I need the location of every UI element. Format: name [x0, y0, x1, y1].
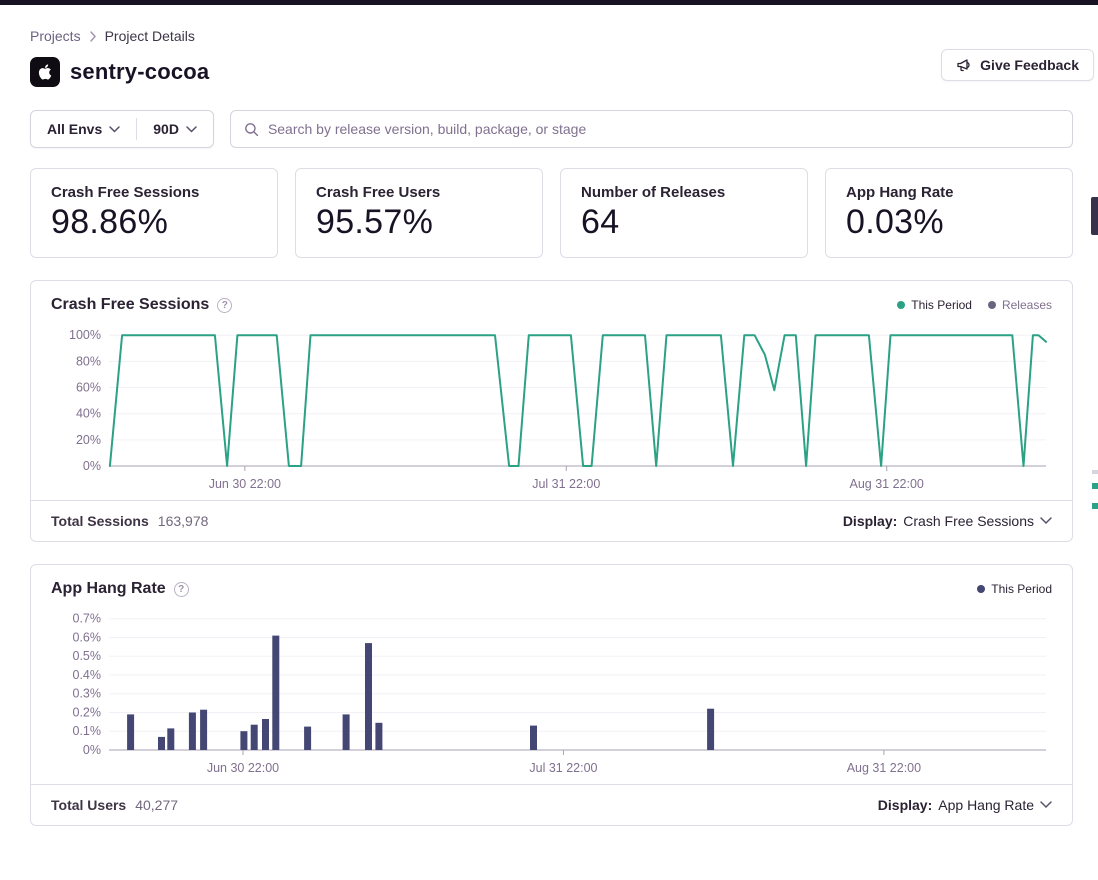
- total-users-label: Total Users: [51, 797, 126, 813]
- display-selector[interactable]: Display: App Hang Rate: [878, 797, 1052, 813]
- panel-title: Crash Free Sessions: [51, 296, 209, 314]
- give-feedback-label: Give Feedback: [980, 57, 1079, 73]
- stat-value: 0.03%: [846, 203, 1052, 242]
- total-users-value: 40,277: [135, 797, 178, 813]
- total-sessions-value: 163,978: [158, 513, 209, 529]
- megaphone-icon: [956, 57, 972, 73]
- environment-filter-label: All Envs: [47, 121, 102, 137]
- search-input[interactable]: [268, 121, 1059, 137]
- apple-platform-icon: [30, 57, 60, 87]
- svg-text:0.5%: 0.5%: [73, 649, 102, 663]
- svg-text:0.4%: 0.4%: [73, 668, 102, 682]
- stat-card-app-hang-rate: App Hang Rate 0.03%: [825, 168, 1073, 258]
- legend-dot: [897, 301, 905, 309]
- panel-header: Crash Free Sessions ? This Period Releas…: [31, 281, 1072, 316]
- panel-header: App Hang Rate ? This Period: [31, 565, 1072, 600]
- legend-dot: [988, 301, 996, 309]
- svg-text:Jul 31 22:00: Jul 31 22:00: [532, 477, 600, 491]
- svg-text:0.1%: 0.1%: [73, 724, 102, 738]
- stat-card-crash-free-sessions: Crash Free Sessions 98.86%: [30, 168, 278, 258]
- svg-text:Jul 31 22:00: Jul 31 22:00: [529, 761, 597, 775]
- legend-label: Releases: [1002, 298, 1052, 312]
- svg-text:100%: 100%: [69, 328, 101, 342]
- chart-legend: This Period Releases: [897, 298, 1052, 312]
- crash-free-sessions-panel: Crash Free Sessions ? This Period Releas…: [30, 280, 1073, 542]
- chart-area: 0% 0.1% 0.2% 0.3% 0.4% 0.5% 0.6% 0.7% Jun 30 22:…: [31, 600, 1072, 784]
- svg-text:Jun 30 22:00: Jun 30 22:00: [209, 477, 281, 491]
- project-details-page: Projects Project Details Give Feedback s…: [0, 28, 1098, 826]
- clipped-content-fragment: [1092, 470, 1098, 474]
- svg-text:0%: 0%: [83, 743, 101, 757]
- legend-label: This Period: [991, 582, 1052, 596]
- svg-text:0.2%: 0.2%: [73, 705, 102, 719]
- total-sessions-label: Total Sessions: [51, 513, 149, 529]
- date-range-filter-label: 90D: [153, 121, 179, 137]
- app-hang-rate-chart[interactable]: 0% 0.1% 0.2% 0.3% 0.4% 0.5% 0.6% 0.7% Jun 30 22:…: [51, 604, 1052, 782]
- page-title: sentry-cocoa: [70, 59, 209, 85]
- environment-filter-dropdown[interactable]: All Envs: [31, 111, 136, 147]
- stat-value: 64: [581, 203, 787, 242]
- svg-text:60%: 60%: [76, 381, 101, 395]
- stat-label: Number of Releases: [581, 184, 787, 201]
- legend-item-this-period[interactable]: This Period: [977, 582, 1052, 596]
- panel-title: App Hang Rate: [51, 580, 166, 598]
- clipped-content-fragment: [1092, 483, 1098, 489]
- stat-card-crash-free-users: Crash Free Users 95.57%: [295, 168, 543, 258]
- stat-card-number-of-releases: Number of Releases 64: [560, 168, 808, 258]
- chevron-down-icon: [186, 126, 197, 133]
- svg-text:80%: 80%: [76, 354, 101, 368]
- date-range-filter-dropdown[interactable]: 90D: [137, 111, 213, 147]
- chart-legend: This Period: [977, 582, 1052, 596]
- display-value: App Hang Rate: [938, 797, 1034, 813]
- stat-value: 98.86%: [51, 203, 257, 242]
- chevron-down-icon: [109, 126, 120, 133]
- stat-label: Crash Free Users: [316, 184, 522, 201]
- svg-text:0.7%: 0.7%: [73, 612, 102, 626]
- help-icon[interactable]: ?: [174, 582, 189, 597]
- legend-dot: [977, 585, 985, 593]
- svg-text:40%: 40%: [76, 407, 101, 421]
- svg-text:Aug 31 22:00: Aug 31 22:00: [850, 477, 924, 491]
- stat-value: 95.57%: [316, 203, 522, 242]
- svg-text:0.6%: 0.6%: [73, 630, 102, 644]
- app-hang-rate-panel: App Hang Rate ? This Period 0% 0.1% 0.2% 0.…: [30, 564, 1073, 826]
- clipped-content-fragment: [1091, 197, 1098, 235]
- legend-item-this-period[interactable]: This Period: [897, 298, 972, 312]
- breadcrumb-chevron-icon: [89, 31, 97, 42]
- stat-label: Crash Free Sessions: [51, 184, 257, 201]
- panel-footer: Total Sessions 163,978 Display: Crash Fr…: [31, 500, 1072, 541]
- breadcrumb-projects-link[interactable]: Projects: [30, 28, 81, 44]
- search-icon: [244, 122, 259, 137]
- crash-free-sessions-chart[interactable]: 0% 20% 40% 60% 80% 100% Jun 30 22:00 Jul 31 22:…: [51, 320, 1052, 498]
- legend-item-releases[interactable]: Releases: [988, 298, 1052, 312]
- svg-text:0.3%: 0.3%: [73, 687, 102, 701]
- project-title-row: sentry-cocoa: [30, 57, 1073, 87]
- help-icon[interactable]: ?: [217, 298, 232, 313]
- breadcrumb: Projects Project Details: [30, 28, 1073, 44]
- chevron-down-icon: [1040, 801, 1052, 809]
- display-label: Display:: [878, 797, 932, 813]
- stat-cards-row: Crash Free Sessions 98.86% Crash Free Us…: [30, 168, 1073, 258]
- panel-footer: Total Users 40,277 Display: App Hang Rat…: [31, 784, 1072, 825]
- stat-label: App Hang Rate: [846, 184, 1052, 201]
- legend-label: This Period: [911, 298, 972, 312]
- breadcrumb-current: Project Details: [105, 28, 195, 44]
- display-selector[interactable]: Display: Crash Free Sessions: [843, 513, 1052, 529]
- filter-group: All Envs 90D: [30, 110, 214, 148]
- svg-text:20%: 20%: [76, 433, 101, 447]
- release-search-box: [230, 110, 1073, 148]
- display-label: Display:: [843, 513, 897, 529]
- chart-area: 0% 20% 40% 60% 80% 100% Jun 30 22:00 Jul 31 22:…: [31, 316, 1072, 500]
- top-border-bar: [0, 0, 1098, 5]
- svg-text:0%: 0%: [83, 459, 101, 473]
- svg-text:Aug 31 22:00: Aug 31 22:00: [847, 761, 921, 775]
- filter-bar: All Envs 90D: [30, 110, 1073, 148]
- give-feedback-button[interactable]: Give Feedback: [941, 49, 1094, 81]
- svg-text:Jun 30 22:00: Jun 30 22:00: [207, 761, 279, 775]
- display-value: Crash Free Sessions: [903, 513, 1034, 529]
- chevron-down-icon: [1040, 517, 1052, 525]
- clipped-content-fragment: [1092, 503, 1098, 509]
